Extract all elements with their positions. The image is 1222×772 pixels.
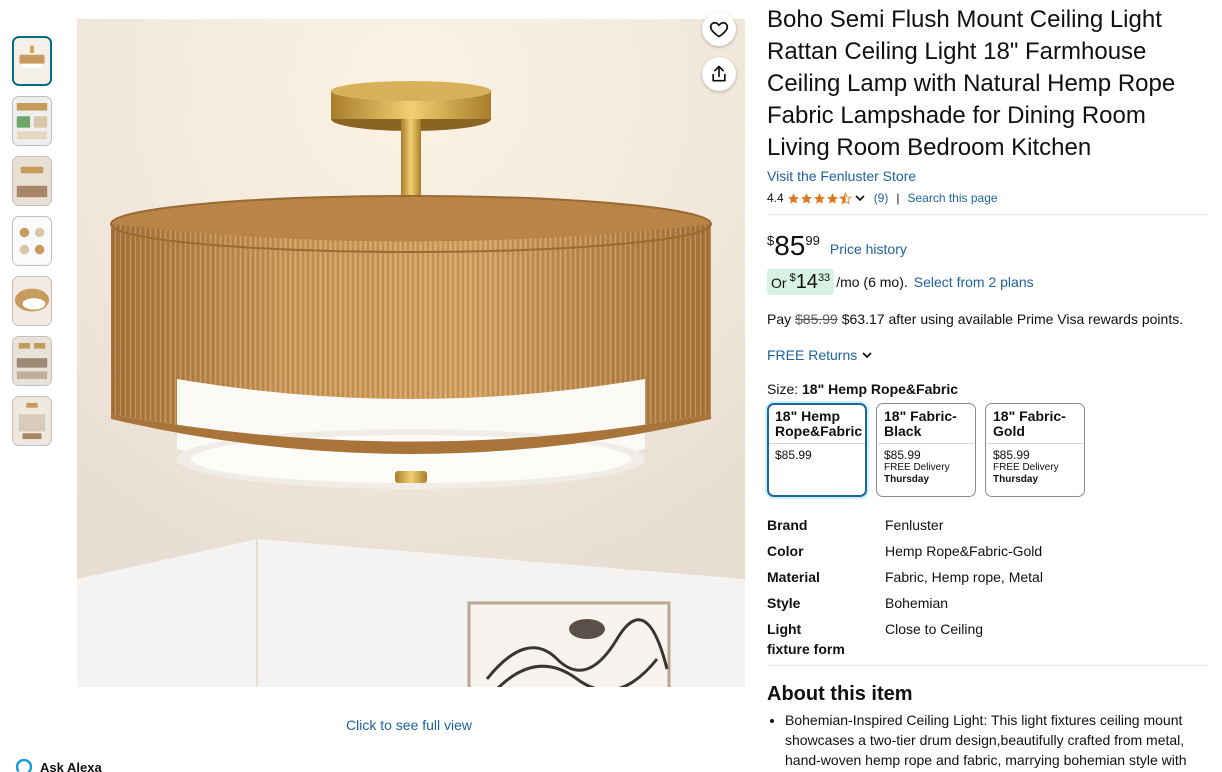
size-options: 18" Hemp Rope&Fabric $85.99 18" Fabric-B… (767, 403, 1207, 497)
separator: | (896, 191, 900, 205)
rating-count-link[interactable]: (9) (874, 191, 889, 205)
size-option-name: 18" Fabric-Gold (993, 408, 1066, 439)
size-selected-value: 18" Hemp Rope&Fabric (802, 381, 959, 397)
about-bullets: Bohemian-Inspired Ceiling Light: This li… (767, 710, 1207, 770)
wishlist-button[interactable] (702, 12, 736, 46)
size-option-delivery: FREE Delivery (993, 462, 1059, 473)
search-this-page-link[interactable]: Search this page (907, 191, 997, 205)
size-option-price: $85.99 (993, 448, 1030, 462)
spec-value: Fenluster (885, 517, 944, 533)
monthly-whole: 14 (795, 271, 818, 293)
size-label: Size: 18" Hemp Rope&Fabric (767, 381, 1207, 397)
divider (987, 443, 1083, 444)
divider (767, 665, 1207, 666)
thumbnail-4[interactable] (12, 216, 52, 266)
price-fraction: 99 (805, 233, 820, 248)
thumbnail-3[interactable] (12, 156, 52, 206)
main-product-image[interactable] (77, 19, 745, 687)
size-label-text: Size: (767, 381, 799, 397)
store-link[interactable]: Visit the Fenluster Store (767, 166, 1207, 186)
full-view-link[interactable]: Click to see full view (346, 717, 472, 733)
size-option-name: 18" Fabric-Black (884, 408, 957, 439)
monthly-suffix: /mo (6 mo). (836, 274, 908, 290)
chevron-down-icon (862, 352, 872, 359)
size-option-name: 18" Hemp Rope&Fabric (775, 408, 863, 439)
price-history-link[interactable]: Price history (830, 241, 907, 257)
monthly-fraction: 33 (817, 272, 831, 284)
thumbnail-2[interactable] (12, 96, 52, 146)
ask-alexa-label: Ask Alexa (40, 759, 102, 772)
chevron-down-icon (855, 194, 865, 201)
spec-key: Color (767, 543, 804, 559)
size-option-day: Thursday (884, 474, 930, 485)
spec-row-material: Material Fabric, Hemp rope, Metal (767, 567, 1207, 587)
size-option-fabric-black[interactable]: 18" Fabric-Black $85.99 FREE Delivery Th… (876, 403, 976, 497)
prime-visa-pay: Pay (767, 311, 792, 327)
spec-key: Light fixture form (767, 621, 845, 657)
free-returns-label: FREE Returns (767, 347, 858, 363)
monthly-payment: Or $ 14 33 /mo (6 mo). Select from 2 pla… (767, 269, 1207, 295)
size-option-fabric-gold[interactable]: 18" Fabric-Gold $85.99 FREE Delivery Thu… (985, 403, 1085, 497)
prime-visa-text: $63.17 after using available Prime Visa … (841, 311, 1184, 327)
size-option-hemp-rope-fabric[interactable]: 18" Hemp Rope&Fabric $85.99 (767, 403, 867, 497)
product-specs: Brand Fenluster Color Hemp Rope&Fabric-G… (767, 515, 1207, 659)
spec-key: Style (767, 595, 801, 611)
spec-row-color: Color Hemp Rope&Fabric-Gold (767, 541, 1207, 561)
spec-value: Hemp Rope&Fabric-Gold (885, 543, 1043, 559)
share-icon (712, 65, 726, 82)
spec-key: Material (767, 569, 820, 585)
alexa-icon (16, 759, 32, 772)
size-option-day: Thursday (993, 474, 1039, 485)
spec-row-style: Style Bohemian (767, 593, 1207, 613)
price: $ 85 99 Price history (767, 231, 1207, 261)
monthly-price-badge: Or $ 14 33 (767, 269, 835, 295)
star-icon (813, 192, 825, 204)
thumbnail-1[interactable] (12, 36, 52, 86)
divider (767, 214, 1207, 215)
star-icon (800, 192, 812, 204)
free-returns-link[interactable]: FREE Returns (767, 347, 1207, 363)
half-star-icon (838, 191, 852, 204)
about-bullet: Bohemian-Inspired Ceiling Light: This li… (785, 710, 1207, 770)
price-symbol: $ (767, 233, 775, 248)
star-icon (826, 192, 838, 204)
prime-visa-old-price: $85.99 (795, 311, 838, 327)
rating-value: 4.4 (767, 191, 784, 205)
spec-value: Close to Ceiling (885, 621, 984, 637)
size-option-price: $85.99 (775, 448, 812, 462)
thumbnail-5[interactable] (12, 276, 52, 326)
star-rating[interactable] (787, 191, 866, 205)
spec-value: Bohemian (885, 595, 949, 611)
product-title: Boho Semi Flush Mount Ceiling Light Ratt… (767, 6, 1176, 161)
thumbnail-7[interactable] (12, 396, 52, 446)
thumbnail-6[interactable] (12, 336, 52, 386)
price-whole: 85 (774, 230, 806, 261)
spec-value: Fabric, Hemp rope, Metal (885, 569, 1043, 585)
spec-key: Brand (767, 517, 808, 533)
rating-row: 4.4 (9) | Search this page (767, 190, 1207, 206)
thumbnail-strip (12, 36, 54, 456)
divider (769, 443, 865, 444)
spec-row-brand: Brand Fenluster (767, 515, 1207, 535)
heart-icon (709, 21, 729, 38)
spec-row-light-fixture-form: Light fixture form Close to Ceiling (767, 619, 1207, 659)
product-info: Boho Semi Flush Mount Ceiling Light Ratt… (767, 4, 1207, 770)
star-icon (787, 192, 799, 204)
size-option-delivery: FREE Delivery (884, 462, 950, 473)
monthly-or: Or (771, 275, 787, 291)
about-heading: About this item (767, 683, 913, 705)
ask-alexa[interactable]: Ask Alexa (16, 759, 102, 772)
select-plans-link[interactable]: Select from 2 plans (914, 274, 1034, 290)
prime-visa-offer: Pay $85.99 $63.17 after using available … (767, 309, 1207, 329)
size-option-price: $85.99 (884, 448, 921, 462)
divider (878, 443, 974, 444)
share-button[interactable] (702, 57, 736, 91)
